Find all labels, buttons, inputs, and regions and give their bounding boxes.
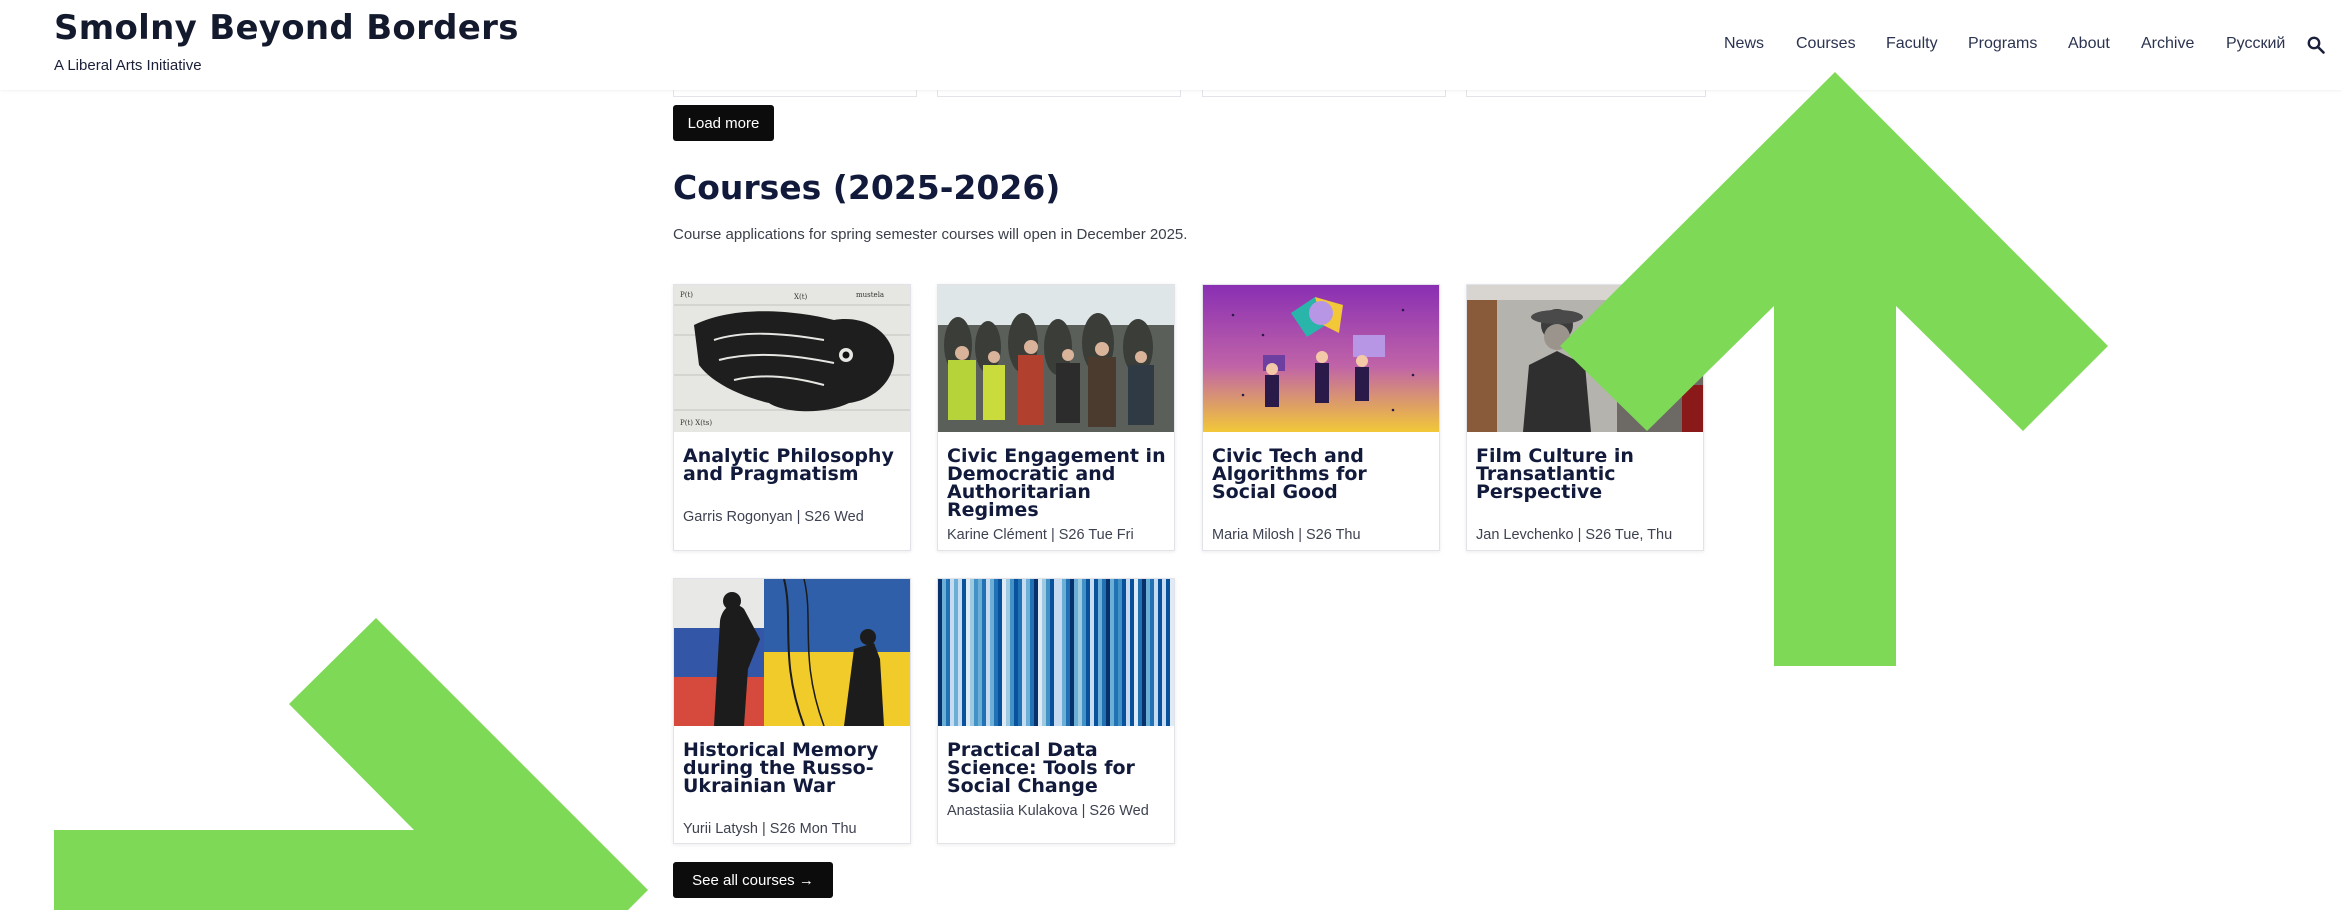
svg-text:P(t) X(ts): P(t) X(ts)	[680, 419, 712, 427]
section-title: Courses (2025-2026)	[673, 168, 1061, 207]
svg-text:P(t): P(t)	[680, 291, 693, 299]
search-icon[interactable]	[2307, 36, 2325, 54]
course-card[interactable]: Historical Memory during the Russo-Ukrai…	[673, 578, 911, 844]
nav-about[interactable]: About	[2068, 35, 2110, 53]
site-tagline: A Liberal Arts Initiative	[54, 57, 202, 74]
course-card[interactable]: Practical Data Science: Tools for Social…	[937, 578, 1175, 844]
nav-faculty[interactable]: Faculty	[1886, 35, 1938, 53]
course-title[interactable]: Civic Tech and Algorithms for Social Goo…	[1212, 447, 1434, 502]
course-card[interactable]: Civic Tech and Algorithms for Social Goo…	[1202, 284, 1440, 551]
course-thumbnail: P(t) mustela P(t) X(ts) X(t)	[674, 285, 910, 432]
course-title[interactable]: Practical Data Science: Tools for Social…	[947, 741, 1169, 796]
course-title[interactable]: Analytic Philosophy and Pragmatism	[683, 447, 905, 484]
load-more-button[interactable]: Load more	[673, 105, 774, 141]
nav-russian[interactable]: Русский	[2226, 35, 2285, 53]
course-thumbnail	[674, 578, 910, 727]
course-title[interactable]: Historical Memory during the Russo-Ukrai…	[683, 741, 905, 796]
see-all-courses-button[interactable]: See all courses →	[673, 862, 833, 898]
course-thumbnail	[938, 579, 1175, 726]
course-thumbnail	[938, 285, 1174, 432]
course-meta: Anastasiia Kulakova | S26 Wed	[947, 803, 1149, 819]
course-meta: Maria Milosh | S26 Thu	[1212, 527, 1361, 543]
nav-courses[interactable]: Courses	[1796, 35, 1856, 53]
course-meta: Yurii Latysh | S26 Mon Thu	[683, 821, 857, 837]
course-card[interactable]: P(t) mustela P(t) X(ts) X(t) Analytic Philo…	[673, 284, 911, 551]
course-meta: Garris Rogonyan | S26 Wed	[683, 509, 864, 525]
course-card[interactable]: Civic Engagement in Democratic and Autho…	[937, 284, 1175, 551]
section-description: Course applications for spring semester …	[673, 226, 1188, 243]
svg-text:mustela: mustela	[856, 291, 884, 299]
course-thumbnail	[1203, 285, 1439, 432]
svg-text:X(t): X(t)	[794, 293, 808, 301]
diagonal-arrow-icon	[54, 618, 648, 910]
nav-archive[interactable]: Archive	[2141, 35, 2194, 53]
course-meta: Karine Clément | S26 Tue Fri	[947, 527, 1134, 543]
course-title[interactable]: Civic Engagement in Democratic and Autho…	[947, 447, 1169, 520]
nav-programs[interactable]: Programs	[1968, 35, 2037, 53]
site-title[interactable]: Smolny Beyond Borders	[54, 8, 519, 48]
nav-news[interactable]: News	[1724, 35, 1764, 53]
up-arrow-icon	[1560, 72, 2108, 666]
